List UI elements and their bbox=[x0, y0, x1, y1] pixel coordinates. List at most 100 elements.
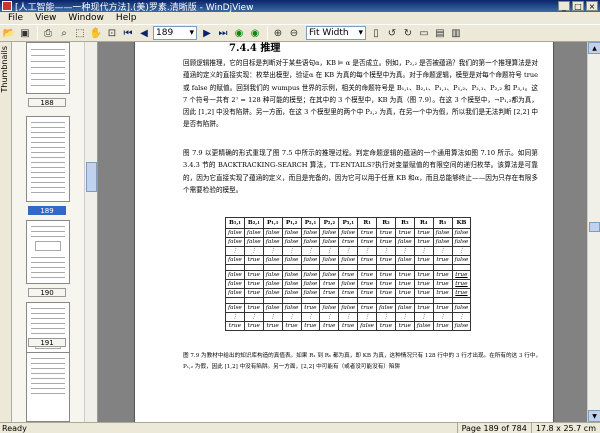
rotate-right-icon[interactable]: ↻ bbox=[401, 26, 415, 40]
table-cell: false bbox=[225, 270, 245, 280]
table-cell: true bbox=[413, 279, 434, 289]
forward-icon[interactable]: ◉ bbox=[248, 26, 262, 40]
minimize-button[interactable]: _ bbox=[558, 1, 570, 11]
table-cell: ⋮ bbox=[432, 246, 453, 256]
table-cell: true bbox=[357, 228, 377, 238]
table-header-cell: B₂,₁ bbox=[243, 217, 264, 229]
table-cell: true bbox=[451, 279, 472, 289]
table-cell: ⋮ bbox=[432, 312, 453, 322]
fit-page-icon[interactable]: ▯ bbox=[369, 26, 383, 40]
document-scrollbar[interactable]: ▲ ▼ bbox=[587, 42, 600, 422]
continuous-icon[interactable]: ▤ bbox=[433, 26, 447, 40]
table-cell: ⋮ bbox=[243, 312, 264, 322]
table-cell: false bbox=[451, 303, 472, 313]
table-cell: true bbox=[413, 270, 434, 280]
menu-window[interactable]: Window bbox=[62, 13, 110, 23]
status-bar: Ready Page 189 of 784 17.8 x 25.7 cm bbox=[0, 422, 600, 433]
scroll-up-icon[interactable]: ▲ bbox=[588, 42, 600, 54]
zoom-select[interactable]: Fit Width ▾ bbox=[306, 26, 366, 40]
truth-table-header: B₁,₁ B₂,₁ P₁,₁ P₁,₂ P₂,₁ P₂,₂ P₃,₁ R₁ R₂ R₃ R₄ R₅ KB bbox=[225, 217, 472, 229]
back-icon[interactable]: ◉ bbox=[232, 26, 246, 40]
table-cell: false bbox=[281, 255, 302, 265]
table-cell: true bbox=[319, 321, 340, 331]
open-icon[interactable]: 📂 bbox=[2, 26, 16, 40]
table-cell: true bbox=[338, 270, 359, 280]
hand-tool-icon[interactable]: ✋ bbox=[89, 26, 103, 40]
chevron-down-icon[interactable]: ▾ bbox=[358, 28, 363, 38]
table-cell: ⋮ bbox=[394, 312, 415, 322]
toolbar-separator bbox=[37, 26, 38, 40]
table-cell: true bbox=[376, 288, 396, 298]
chevron-down-icon[interactable]: ▾ bbox=[189, 28, 194, 38]
thumbnail-page[interactable] bbox=[26, 116, 70, 202]
table-cell: true bbox=[376, 270, 396, 280]
document-scroll-thumb[interactable] bbox=[589, 222, 600, 232]
table-cell: false bbox=[338, 228, 359, 238]
facing-pages-icon[interactable]: ▥ bbox=[449, 26, 463, 40]
print-icon[interactable]: ⎙ bbox=[41, 26, 55, 40]
status-page-info: Page 189 of 784 bbox=[456, 422, 531, 433]
table-cell: ⋮ bbox=[319, 246, 340, 256]
table-cell: true bbox=[225, 321, 245, 331]
table-cell: true bbox=[243, 303, 264, 313]
scroll-down-icon[interactable]: ▼ bbox=[588, 410, 600, 422]
table-cell: true bbox=[376, 279, 396, 289]
find-icon[interactable]: ⌕ bbox=[57, 26, 71, 40]
table-row: false true false false false true true true true… bbox=[225, 288, 472, 298]
figure-caption: 图 7.9 为教材中给出的知识库构造的真值表。如果 R₁ 到 R₅ 都为真，即 … bbox=[183, 353, 542, 370]
table-cell: ⋮ bbox=[319, 312, 340, 322]
table-cell: false bbox=[319, 255, 340, 265]
thumbnail-page[interactable] bbox=[26, 220, 70, 284]
table-header-cell: R₄ bbox=[413, 217, 434, 229]
close-button[interactable]: × bbox=[586, 1, 598, 11]
table-row: false true false false false true false true tru… bbox=[225, 279, 472, 289]
app-icon[interactable] bbox=[2, 1, 12, 11]
table-header-cell: KB bbox=[451, 217, 472, 229]
table-header-cell: P₂,₂ bbox=[319, 217, 340, 229]
thumbnail-page[interactable] bbox=[26, 352, 70, 422]
sidebar-scrollbar[interactable] bbox=[84, 42, 97, 422]
document-viewport[interactable]: 7.4.4 推理 回顾逻辑推理，它的目标是判断对于某些语句α，KB ⊨ α 是否… bbox=[98, 42, 587, 422]
thumbnail-page[interactable] bbox=[26, 42, 70, 94]
table-cell: ⋮ bbox=[451, 246, 472, 256]
save-icon[interactable]: ▣ bbox=[18, 26, 32, 40]
thumbnails-tab[interactable]: Thumbnails bbox=[0, 42, 12, 422]
table-cell: false bbox=[338, 255, 359, 265]
zoom-rect-icon[interactable]: ⊡ bbox=[105, 26, 119, 40]
sidebar-scroll-thumb[interactable] bbox=[86, 162, 97, 192]
table-cell: false bbox=[357, 321, 377, 331]
menu-file[interactable]: File bbox=[2, 13, 29, 23]
table-cell: false bbox=[338, 303, 359, 313]
next-page-icon[interactable]: ▶ bbox=[200, 26, 214, 40]
table-cell: false bbox=[394, 255, 415, 265]
table-cell: ⋮ bbox=[338, 312, 359, 322]
table-cell: ⋮ bbox=[281, 246, 302, 256]
zoom-in-icon[interactable]: ⊕ bbox=[271, 26, 285, 40]
table-cell: false bbox=[281, 303, 302, 313]
table-cell: true bbox=[376, 228, 396, 238]
first-page-icon[interactable]: ⏮ bbox=[121, 26, 135, 40]
menu-view[interactable]: View bbox=[29, 13, 62, 23]
maximize-button[interactable]: □ bbox=[572, 1, 584, 11]
table-cell: true bbox=[357, 279, 377, 289]
table-cell: false bbox=[319, 303, 340, 313]
table-cell: ⋮ bbox=[338, 246, 359, 256]
table-cell: true bbox=[394, 321, 415, 331]
single-page-icon[interactable]: ▭ bbox=[417, 26, 431, 40]
page-number-field[interactable]: 189 ▾ bbox=[153, 26, 197, 40]
table-header-cell: B₁,₁ bbox=[225, 217, 245, 229]
select-tool-icon[interactable]: ⬚ bbox=[73, 26, 87, 40]
table-cell: false bbox=[262, 279, 283, 289]
menu-help[interactable]: Help bbox=[110, 13, 143, 23]
table-cell: true bbox=[413, 303, 434, 313]
table-cell: ⋮ bbox=[413, 246, 434, 256]
truth-table: B₁,₁ B₂,₁ P₁,₁ P₁,₂ P₂,₁ P₂,₂ P₃,₁ R₁ R₂ R₃ R₄ R₅ KB… bbox=[225, 217, 472, 331]
zoom-out-icon[interactable]: ⊖ bbox=[287, 26, 301, 40]
table-cell: true bbox=[432, 279, 453, 289]
rotate-left-icon[interactable]: ↺ bbox=[385, 26, 399, 40]
table-cell: true bbox=[432, 270, 453, 280]
last-page-icon[interactable]: ⏭ bbox=[216, 26, 230, 40]
table-cell: false bbox=[451, 228, 472, 238]
table-cell: false bbox=[300, 255, 321, 265]
previous-page-icon[interactable]: ◀ bbox=[137, 26, 151, 40]
